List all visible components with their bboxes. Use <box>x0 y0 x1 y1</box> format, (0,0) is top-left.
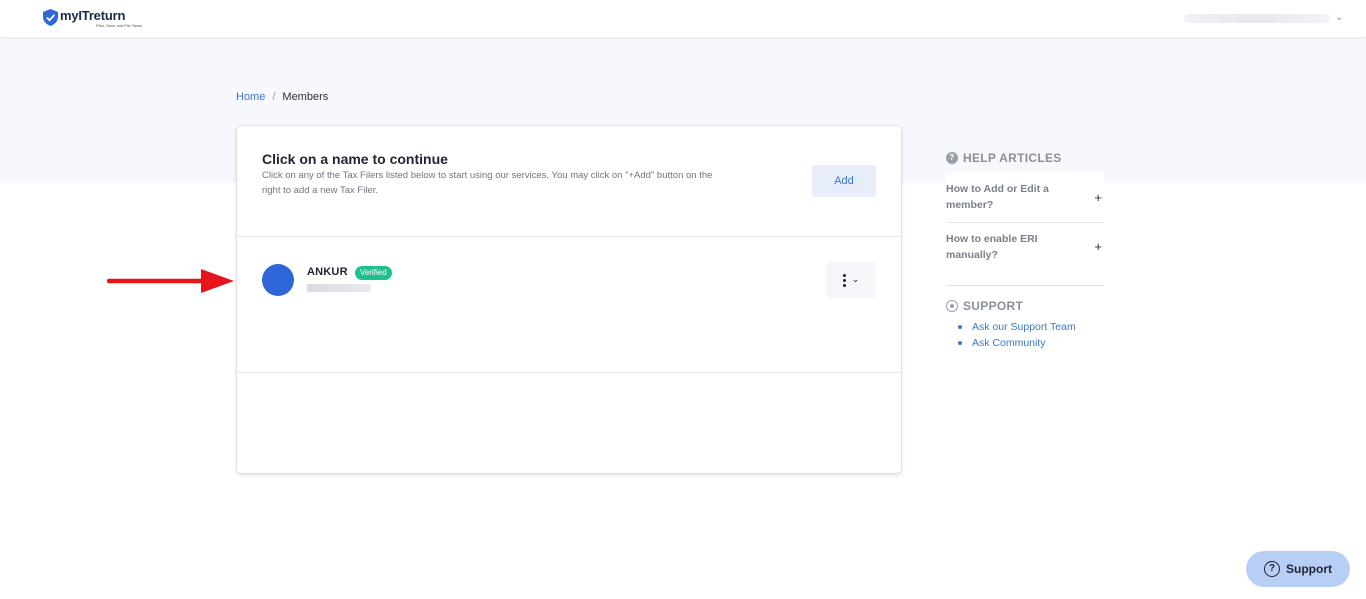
logo-tagline: Plan, Save and File Taxes <box>96 23 143 28</box>
help-article-label: How to enable ERI manually? <box>946 233 1038 261</box>
plus-icon[interactable]: + <box>1094 190 1102 206</box>
help-article-item[interactable]: How to Add or Edit a member? + <box>946 173 1104 223</box>
help-articles-list: How to Add or Edit a member? + How to en… <box>946 173 1104 271</box>
question-circle-icon: ? <box>946 152 958 164</box>
member-pan-redacted <box>307 284 371 292</box>
chevron-down-icon[interactable]: ⌄ <box>1335 12 1343 23</box>
divider <box>237 372 901 373</box>
support-button-label: Support <box>1286 562 1332 576</box>
logo-name: myITreturn <box>60 8 126 23</box>
user-menu-name[interactable] <box>1184 14 1330 23</box>
members-card: Click on a name to continue Click on any… <box>237 126 901 473</box>
support-heading-label: SUPPORT <box>963 299 1024 313</box>
help-article-label: How to Add or Edit a member? <box>946 183 1049 211</box>
verified-badge: Verified <box>355 266 392 280</box>
support-heading: SUPPORT <box>946 299 1104 313</box>
member-name[interactable]: ANKUR <box>307 266 348 278</box>
ask-support-team-link[interactable]: Ask our Support Team <box>972 321 1076 333</box>
breadcrumb: Home / Members <box>236 91 328 103</box>
whatsapp-icon <box>946 300 958 312</box>
help-heading-label: HELP ARTICLES <box>963 151 1062 165</box>
help-articles-heading: ? HELP ARTICLES <box>946 150 1104 166</box>
member-actions-button[interactable]: ⌄ <box>826 262 876 298</box>
add-member-button[interactable]: Add <box>812 165 876 197</box>
breadcrumb-current: Members <box>282 91 329 103</box>
floating-support-button[interactable]: ? Support <box>1246 551 1350 587</box>
support-links: Ask our Support Team Ask Community <box>946 319 1104 351</box>
help-circle-icon: ? <box>1264 561 1280 577</box>
list-item: Ask our Support Team <box>956 319 1104 335</box>
kebab-menu-icon <box>842 273 846 287</box>
plus-icon[interactable]: + <box>1094 239 1102 255</box>
breadcrumb-home-link[interactable]: Home <box>236 91 265 103</box>
annotation-arrow-icon <box>107 269 234 293</box>
shield-check-icon <box>43 9 58 26</box>
card-description: Click on any of the Tax Filers listed be… <box>262 170 713 196</box>
card-title: Click on a name to continue <box>262 151 448 167</box>
divider <box>946 285 1104 286</box>
avatar[interactable] <box>262 264 294 296</box>
help-sidebar: ? HELP ARTICLES How to Add or Edit a mem… <box>946 150 1104 351</box>
chevron-down-icon: ⌄ <box>851 275 860 285</box>
logo[interactable]: myITreturn Plan, Save and File Taxes <box>43 9 142 28</box>
ask-community-link[interactable]: Ask Community <box>972 337 1046 349</box>
breadcrumb-separator: / <box>272 91 276 103</box>
list-item: Ask Community <box>956 335 1104 351</box>
member-row[interactable]: ANKUR Verified ⌄ <box>237 237 901 372</box>
help-article-item[interactable]: How to enable ERI manually? + <box>946 223 1104 271</box>
top-navbar: myITreturn Plan, Save and File Taxes ⌄ <box>0 0 1366 37</box>
